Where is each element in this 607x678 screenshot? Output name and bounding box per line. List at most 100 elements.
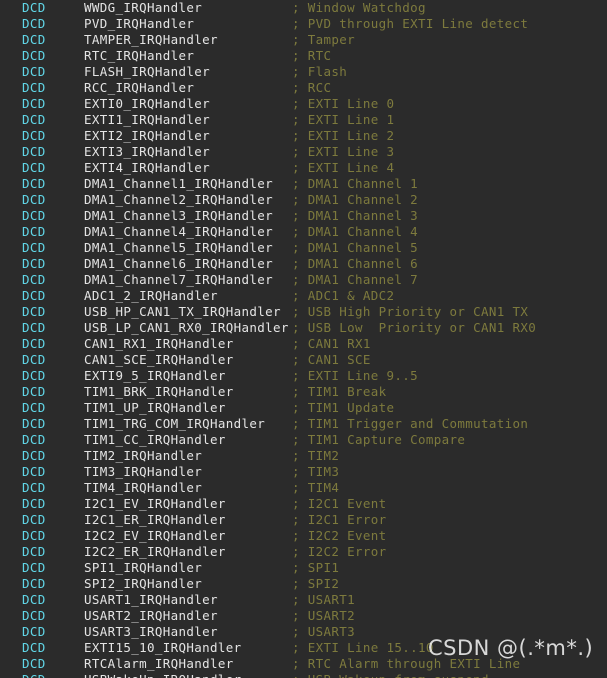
code-line[interactable]: DCD I2C1_ER_IRQHandler ; I2C1 Error bbox=[0, 512, 607, 528]
code-line[interactable]: DCD TIM1_TRG_COM_IRQHandler ; TIM1 Trigger… bbox=[0, 416, 607, 432]
code-line[interactable]: DCD RCC_IRQHandler ; RCC bbox=[0, 80, 607, 96]
handler-symbol: ADC1_2_IRQHandler bbox=[84, 288, 218, 303]
handler-symbol: USART3_IRQHandler bbox=[84, 624, 218, 639]
line-comment: ; USART2 bbox=[292, 608, 356, 623]
line-comment: ; RTC bbox=[292, 48, 332, 63]
code-line[interactable]: DCD RTCAlarm_IRQHandler ; RTC Alarm throug… bbox=[0, 656, 607, 672]
code-line[interactable]: DCD RTC_IRQHandler ; RTC bbox=[0, 48, 607, 64]
line-comment: ; PVD through EXTI Line detect bbox=[292, 16, 529, 31]
line-comment: ; EXTI Line 4 bbox=[292, 160, 395, 175]
code-line[interactable]: DCD I2C1_EV_IRQHandler ; I2C1 Event bbox=[0, 496, 607, 512]
code-line[interactable]: DCD TIM1_CC_IRQHandler ; TIM1 Capture Comp… bbox=[0, 432, 607, 448]
code-line[interactable]: DCD DMA1_Channel3_IRQHandler ; DMA1 Channe… bbox=[0, 208, 607, 224]
line-comment: ; TIM1 Break bbox=[292, 384, 387, 399]
code-line[interactable]: DCD WWDG_IRQHandler ; Window Watchdog bbox=[0, 0, 607, 16]
line-comment: ; CAN1 RX1 bbox=[292, 336, 371, 351]
code-line[interactable]: DCD PVD_IRQHandler ; PVD through EXTI Line… bbox=[0, 16, 607, 32]
code-editor-pane[interactable]: DCD WWDG_IRQHandler ; Window Watchdog DCD P… bbox=[0, 0, 607, 678]
directive-keyword: DCD bbox=[22, 528, 46, 543]
code-line[interactable]: DCD USB_HP_CAN1_TX_IRQHandler ; USB High P… bbox=[0, 304, 607, 320]
code-line[interactable]: DCD EXTI4_IRQHandler ; EXTI Line 4 bbox=[0, 160, 607, 176]
handler-symbol: I2C2_EV_IRQHandler bbox=[84, 528, 226, 543]
handler-symbol: SPI1_IRQHandler bbox=[84, 560, 203, 575]
handler-symbol: RTC_IRQHandler bbox=[84, 48, 195, 63]
directive-keyword: DCD bbox=[22, 592, 46, 607]
handler-symbol: RTCAlarm_IRQHandler bbox=[84, 656, 234, 671]
handler-symbol: TIM3_IRQHandler bbox=[84, 464, 203, 479]
handler-symbol: I2C1_ER_IRQHandler bbox=[84, 512, 226, 527]
code-line[interactable]: DCD EXTI3_IRQHandler ; EXTI Line 3 bbox=[0, 144, 607, 160]
directive-keyword: DCD bbox=[22, 416, 46, 431]
line-comment: ; TIM1 Capture Compare bbox=[292, 432, 466, 447]
handler-symbol: DMA1_Channel6_IRQHandler bbox=[84, 256, 274, 271]
line-comment: ; TIM2 bbox=[292, 448, 340, 463]
line-comment: ; DMA1 Channel 3 bbox=[292, 208, 419, 223]
line-comment: ; DMA1 Channel 1 bbox=[292, 176, 419, 191]
code-line[interactable]: DCD TIM4_IRQHandler ; TIM4 bbox=[0, 480, 607, 496]
code-line[interactable]: DCD ADC1_2_IRQHandler ; ADC1 & ADC2 bbox=[0, 288, 607, 304]
code-line[interactable]: DCD DMA1_Channel7_IRQHandler ; DMA1 Channe… bbox=[0, 272, 607, 288]
directive-keyword: DCD bbox=[22, 544, 46, 559]
code-line[interactable]: DCD EXTI0_IRQHandler ; EXTI Line 0 bbox=[0, 96, 607, 112]
code-line[interactable]: DCD USB_LP_CAN1_RX0_IRQHandler; USB Low P… bbox=[0, 320, 607, 336]
handler-symbol: CAN1_RX1_IRQHandler bbox=[84, 336, 234, 351]
handler-symbol: EXTI0_IRQHandler bbox=[84, 96, 211, 111]
line-comment: ; TIM1 Trigger and Commutation bbox=[292, 416, 529, 431]
handler-symbol: TIM1_TRG_COM_IRQHandler bbox=[84, 416, 266, 431]
code-line[interactable]: DCD CAN1_RX1_IRQHandler ; CAN1 RX1 bbox=[0, 336, 607, 352]
code-line[interactable]: DCD EXTI15_10_IRQHandler ; EXTI Line 15..1… bbox=[0, 640, 607, 656]
directive-keyword: DCD bbox=[22, 320, 46, 335]
line-comment: ; SPI2 bbox=[292, 576, 340, 591]
code-line[interactable]: DCD USART1_IRQHandler ; USART1 bbox=[0, 592, 607, 608]
code-line[interactable]: DCD EXTI1_IRQHandler ; EXTI Line 1 bbox=[0, 112, 607, 128]
code-line[interactable]: DCD TIM2_IRQHandler ; TIM2 bbox=[0, 448, 607, 464]
handler-symbol: DMA1_Channel1_IRQHandler bbox=[84, 176, 274, 191]
directive-keyword: DCD bbox=[22, 256, 46, 271]
directive-keyword: DCD bbox=[22, 272, 46, 287]
code-line[interactable]: DCD USART2_IRQHandler ; USART2 bbox=[0, 608, 607, 624]
code-line[interactable]: DCD EXTI9_5_IRQHandler ; EXTI Line 9..5 bbox=[0, 368, 607, 384]
code-line[interactable]: DCDUSBWakeUp_IRQHandler; USB Wakeup from… bbox=[0, 672, 607, 678]
code-line[interactable]: DCD TIM1_BRK_IRQHandler ; TIM1 Break bbox=[0, 384, 607, 400]
code-line[interactable]: DCD TIM3_IRQHandler ; TIM3 bbox=[0, 464, 607, 480]
code-line[interactable]: DCD CAN1_SCE_IRQHandler ; CAN1 SCE bbox=[0, 352, 607, 368]
code-line[interactable]: DCD DMA1_Channel2_IRQHandler ; DMA1 Channe… bbox=[0, 192, 607, 208]
directive-keyword: DCD bbox=[22, 0, 46, 15]
code-line[interactable]: DCD DMA1_Channel5_IRQHandler ; DMA1 Channe… bbox=[0, 240, 607, 256]
directive-keyword: DCD bbox=[22, 80, 46, 95]
code-content[interactable]: DCD WWDG_IRQHandler ; Window Watchdog DCD P… bbox=[0, 0, 607, 678]
code-line[interactable]: DCD DMA1_Channel1_IRQHandler ; DMA1 Channe… bbox=[0, 176, 607, 192]
code-line[interactable]: DCD TAMPER_IRQHandler ; Tamper bbox=[0, 32, 607, 48]
code-line[interactable]: DCD DMA1_Channel6_IRQHandler ; DMA1 Channe… bbox=[0, 256, 607, 272]
handler-symbol: TIM1_BRK_IRQHandler bbox=[84, 384, 234, 399]
code-line[interactable]: DCD DMA1_Channel4_IRQHandler ; DMA1 Channe… bbox=[0, 224, 607, 240]
code-line[interactable]: DCD I2C2_ER_IRQHandler ; I2C2 Error bbox=[0, 544, 607, 560]
code-line[interactable]: DCD FLASH_IRQHandler ; Flash bbox=[0, 64, 607, 80]
line-comment: ; USART1 bbox=[292, 592, 356, 607]
directive-keyword: DCD bbox=[22, 512, 46, 527]
directive-keyword: DCD bbox=[22, 624, 46, 639]
code-line[interactable]: DCD SPI1_IRQHandler ; SPI1 bbox=[0, 560, 607, 576]
directive-keyword: DCD bbox=[22, 560, 46, 575]
code-line[interactable]: DCD TIM1_UP_IRQHandler ; TIM1 Update bbox=[0, 400, 607, 416]
directive-keyword: DCD bbox=[22, 32, 46, 47]
code-line[interactable]: DCD USART3_IRQHandler ; USART3 bbox=[0, 624, 607, 640]
directive-keyword: DCD bbox=[22, 176, 46, 191]
code-line[interactable]: DCD EXTI2_IRQHandler ; EXTI Line 2 bbox=[0, 128, 607, 144]
directive-keyword: DCD bbox=[22, 48, 46, 63]
handler-symbol: USBWakeUp_IRQHandler bbox=[84, 672, 292, 678]
handler-symbol: EXTI2_IRQHandler bbox=[84, 128, 211, 143]
code-line[interactable]: DCD SPI2_IRQHandler ; SPI2 bbox=[0, 576, 607, 592]
directive-keyword: DCD bbox=[22, 464, 46, 479]
code-line[interactable]: DCD I2C2_EV_IRQHandler ; I2C2 Event bbox=[0, 528, 607, 544]
